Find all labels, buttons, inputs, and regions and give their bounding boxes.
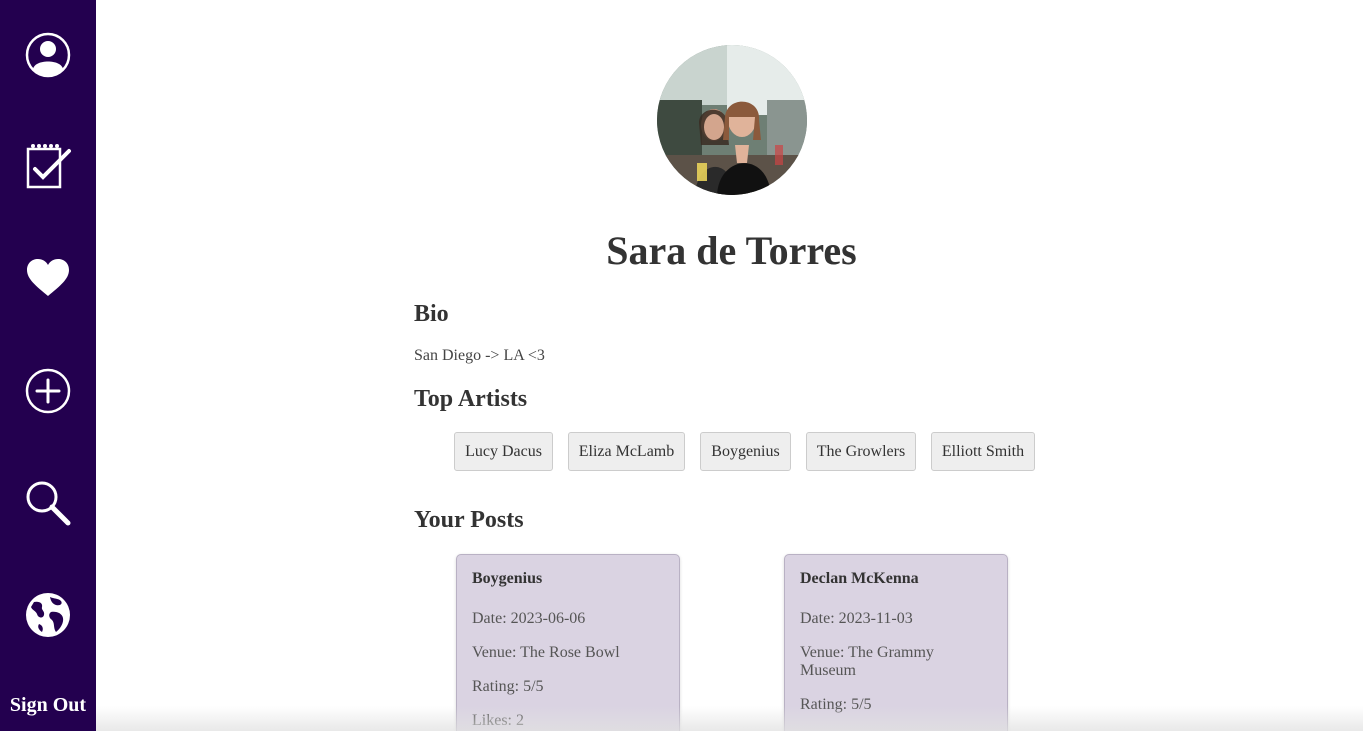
post-rating: Rating: 5/5 <box>800 696 872 713</box>
profile-icon <box>25 32 71 78</box>
bio-text: San Diego -> LA <3 <box>414 347 545 364</box>
add-post-nav-button[interactable] <box>0 359 96 423</box>
post-venue: Venue: The Grammy Museum <box>800 644 934 679</box>
checklist-nav-button[interactable] <box>0 134 96 198</box>
heart-icon <box>27 259 69 296</box>
sidebar: Sign Out <box>0 0 96 731</box>
post-artist: Boygenius <box>472 570 543 587</box>
artist-chip[interactable]: Eliza McLamb <box>568 432 685 471</box>
profile-name: Sara de Torres <box>606 228 857 273</box>
post-date: Date: 2023-11-03 <box>800 610 913 627</box>
bio-heading: Bio <box>414 301 449 327</box>
profile-page: Sara de Torres Bio San Diego -> LA <3 To… <box>96 0 1363 731</box>
profile-nav-button[interactable] <box>0 23 96 87</box>
post-likes: Likes: 2 <box>472 712 524 729</box>
post-artist: Declan McKenna <box>800 570 919 587</box>
top-artists-heading: Top Artists <box>414 386 528 412</box>
artist-chip[interactable]: Elliott Smith <box>931 432 1035 471</box>
post-card[interactable]: Boygenius Date: 2023-06-06 Venue: The Ro… <box>456 554 680 731</box>
profile-avatar <box>657 45 807 195</box>
post-rating: Rating: 5/5 <box>472 678 544 695</box>
post-card[interactable]: Declan McKenna Date: 2023-11-03 Venue: T… <box>784 554 1008 731</box>
favorites-nav-button[interactable] <box>0 246 96 310</box>
explore-nav-button[interactable] <box>0 583 96 647</box>
add-icon <box>25 368 71 414</box>
search-nav-button[interactable] <box>0 471 96 535</box>
post-date: Date: 2023-06-06 <box>472 610 586 627</box>
your-posts-heading: Your Posts <box>414 507 524 533</box>
search-icon <box>26 481 71 526</box>
globe-icon <box>26 593 70 637</box>
sign-out-button[interactable]: Sign Out <box>0 690 96 720</box>
checklist-icon <box>26 144 71 189</box>
artist-chip[interactable]: Lucy Dacus <box>454 432 553 471</box>
post-venue: Venue: The Rose Bowl <box>472 644 620 661</box>
artist-chip[interactable]: Boygenius <box>700 432 791 471</box>
artist-chip[interactable]: The Growlers <box>806 432 916 471</box>
